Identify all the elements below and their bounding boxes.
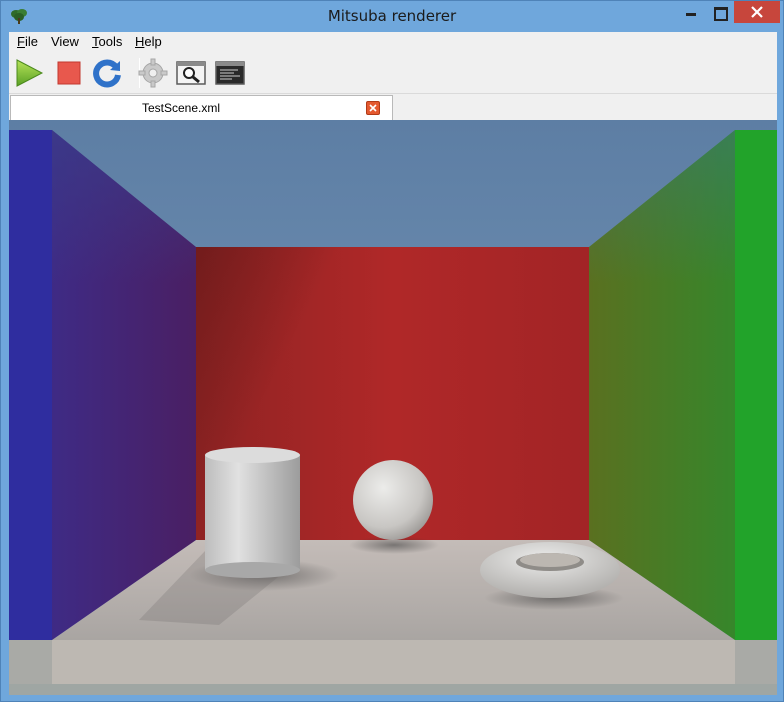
gear-icon <box>138 58 168 88</box>
menu-help-accel: H <box>135 34 145 49</box>
stop-icon <box>57 61 81 85</box>
menu-tools-label: ools <box>98 34 123 49</box>
menu-view[interactable]: View <box>51 34 79 49</box>
close-icon <box>369 104 377 112</box>
tab-label: TestScene.xml <box>141 101 221 115</box>
render-view[interactable] <box>9 120 777 695</box>
close-icon <box>751 6 763 18</box>
log-button[interactable] <box>214 57 246 89</box>
refresh-button[interactable] <box>91 57 123 89</box>
menu-file[interactable]: File <box>17 34 38 49</box>
menu-file-accel: F <box>17 34 25 49</box>
tab-strip: TestScene.xml <box>9 94 777 120</box>
menu-file-label: ile <box>24 34 38 49</box>
magnifier-icon <box>176 61 206 85</box>
minimize-button[interactable] <box>677 1 705 23</box>
stop-render-button[interactable] <box>53 57 85 89</box>
title-bar[interactable]: Mitsuba renderer <box>1 1 783 31</box>
menu-help[interactable]: Help <box>135 34 162 49</box>
rendered-image <box>9 120 777 695</box>
inspect-button[interactable] <box>175 57 207 89</box>
toolbar <box>9 52 777 94</box>
settings-button[interactable] <box>137 57 169 89</box>
menu-help-label: elp <box>144 34 162 49</box>
close-button[interactable] <box>734 1 780 23</box>
window-title: Mitsuba renderer <box>327 7 457 25</box>
menu-tools[interactable]: Tools <box>92 34 122 49</box>
play-icon <box>16 59 44 87</box>
maximize-button[interactable] <box>705 1 733 23</box>
app-window: Mitsuba renderer File View Tools Help Te… <box>0 0 784 702</box>
tab-close-button[interactable] <box>366 101 380 115</box>
refresh-icon <box>93 59 121 88</box>
start-render-button[interactable] <box>13 57 45 89</box>
tab-testscene[interactable]: TestScene.xml <box>10 95 393 120</box>
menu-bar: File View Tools Help <box>9 32 777 52</box>
console-icon <box>215 61 245 85</box>
